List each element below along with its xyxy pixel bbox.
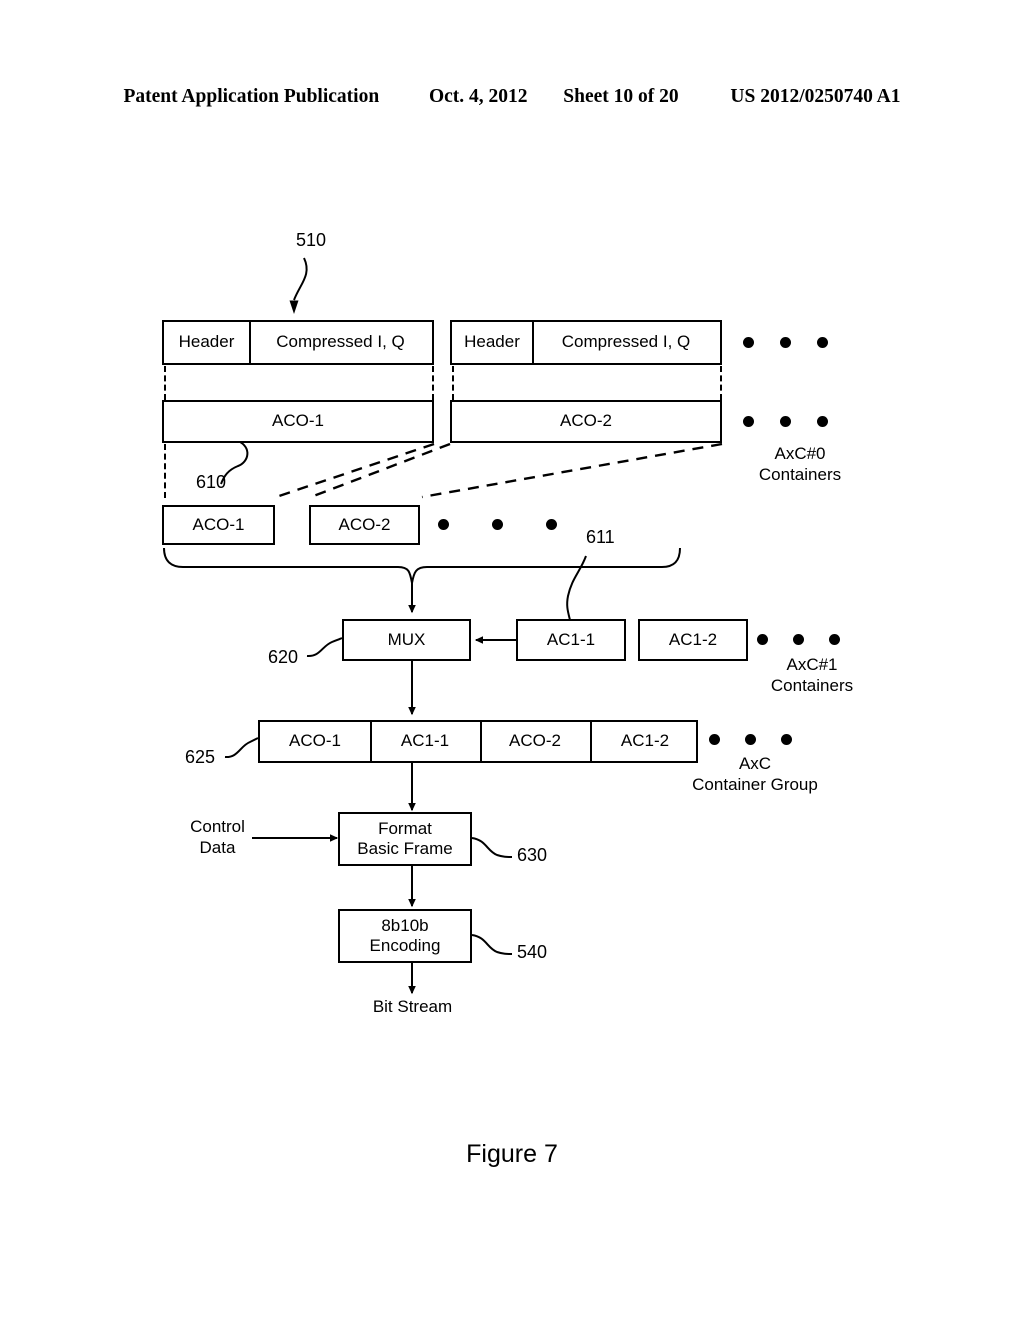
- frame-2-header-cell: Header: [452, 322, 532, 363]
- container-group-cell-label: ACO-2: [509, 731, 561, 751]
- ref-numeral-510: 510: [296, 230, 327, 250]
- mux-box: MUX: [342, 619, 471, 661]
- leader-620: [306, 637, 343, 658]
- ellipsis-dot: [438, 519, 449, 530]
- dashed-link-aco1: [275, 442, 435, 499]
- ellipsis-dot: [743, 416, 754, 427]
- mux-label: MUX: [387, 629, 426, 649]
- ellipsis-dot: [743, 337, 754, 348]
- small-aco-box-1-label: ACO-1: [192, 514, 245, 534]
- ellipsis-dot: [817, 416, 828, 427]
- ellipsis-dot: [709, 734, 720, 745]
- figure-caption: Figure 7: [466, 1140, 558, 1168]
- frame-2-header-label: Header: [464, 332, 520, 352]
- container-group-row: ACO-1 AC1-1 ACO-2 AC1-2: [258, 720, 698, 763]
- ac1-box-1-label: AC1-1: [546, 629, 596, 649]
- small-aco-box-2-label: ACO-2: [338, 514, 391, 534]
- axc0-containers-label: AxC#0 Containers: [758, 444, 842, 485]
- ref-numeral-625: 625: [185, 747, 216, 767]
- ac1-box-2: AC1-2: [638, 619, 748, 661]
- container-group-cell: AC1-2: [590, 722, 700, 761]
- axc-container-group-label-line2: Container Group: [692, 775, 818, 794]
- sheet-number: Sheet 10 of 20: [563, 86, 679, 107]
- leader-540: [471, 934, 513, 955]
- container-group-cell: ACO-2: [480, 722, 590, 761]
- ellipsis-dot: [793, 634, 804, 645]
- publication-date: Oct. 4, 2012: [428, 86, 528, 107]
- leader-625: [224, 737, 259, 759]
- dashed-connector: [164, 444, 166, 498]
- publication-number: US 2012/0250740 A1: [730, 86, 901, 107]
- ref-numeral-620: 620: [268, 647, 299, 667]
- ellipsis-dot: [745, 734, 756, 745]
- ellipsis-dot: [829, 634, 840, 645]
- frame-box-2: Header Compressed I, Q: [450, 320, 722, 365]
- dashed-connector: [452, 366, 454, 400]
- frame-1-payload-cell: Compressed I, Q: [249, 322, 432, 363]
- container-group-cell: AC1-1: [370, 722, 480, 761]
- axc-container-group-label-line1: AxC: [738, 754, 772, 773]
- ellipsis-dot: [780, 416, 791, 427]
- dashed-connector: [432, 366, 434, 400]
- frame-box-1: Header Compressed I, Q: [162, 320, 434, 365]
- ellipsis-dot: [817, 337, 828, 348]
- ac1-box-2-label: AC1-2: [668, 629, 718, 649]
- ellipsis-dot: [781, 734, 792, 745]
- control-data-label: Control Data: [190, 817, 245, 858]
- bit-stream-label: Bit Stream: [372, 997, 453, 1016]
- container-group-cell: ACO-1: [260, 722, 370, 761]
- wide-aco-box-1-label: ACO-1: [272, 411, 324, 431]
- frame-2-payload-cell: Compressed I, Q: [532, 322, 720, 363]
- encoding-label: 8b10b Encoding: [369, 915, 441, 955]
- ellipsis-dot: [546, 519, 557, 530]
- axc1-containers-label: AxC#1 Containers: [770, 655, 854, 696]
- ref-numeral-611: 611: [586, 527, 615, 547]
- format-basic-frame-label: Format Basic Frame: [357, 818, 453, 858]
- dashed-link-aco2-right: [421, 442, 723, 499]
- dashed-connector: [720, 366, 722, 400]
- frame-1-header-cell: Header: [164, 322, 249, 363]
- container-group-cell-label: AC1-1: [400, 731, 450, 751]
- frame-2-payload-label: Compressed I, Q: [561, 332, 691, 352]
- patent-page-header: Patent Application Publication Oct. 4, 2…: [0, 86, 1024, 108]
- ellipsis-dot: [492, 519, 503, 530]
- small-aco-box-1: ACO-1: [162, 505, 275, 545]
- container-group-cell-label: AC1-2: [620, 731, 670, 751]
- leader-611: [566, 555, 587, 621]
- ref-numeral-610: 610: [196, 472, 227, 492]
- encoding-box: 8b10b Encoding: [338, 909, 472, 963]
- ac1-box-1: AC1-1: [516, 619, 626, 661]
- small-aco-box-2: ACO-2: [309, 505, 420, 545]
- leader-630: [471, 837, 513, 858]
- format-basic-frame-box: Format Basic Frame: [338, 812, 472, 866]
- ref-numeral-540: 540: [517, 942, 548, 962]
- publication-title: Patent Application Publication: [123, 86, 380, 107]
- leader-510: [293, 257, 308, 301]
- wide-aco-box-2: ACO-2: [450, 400, 722, 443]
- dashed-link-aco2-left: [310, 442, 451, 499]
- dashed-connector: [164, 366, 166, 400]
- wide-aco-box-1: ACO-1: [162, 400, 434, 443]
- ellipsis-dot: [780, 337, 791, 348]
- ellipsis-dot: [757, 634, 768, 645]
- frame-1-payload-label: Compressed I, Q: [276, 332, 405, 352]
- container-group-cell-label: ACO-1: [289, 731, 341, 751]
- wide-aco-box-2-label: ACO-2: [560, 411, 612, 431]
- brace-611: [163, 547, 681, 584]
- ref-numeral-630: 630: [517, 845, 548, 865]
- frame-1-header-label: Header: [178, 332, 235, 352]
